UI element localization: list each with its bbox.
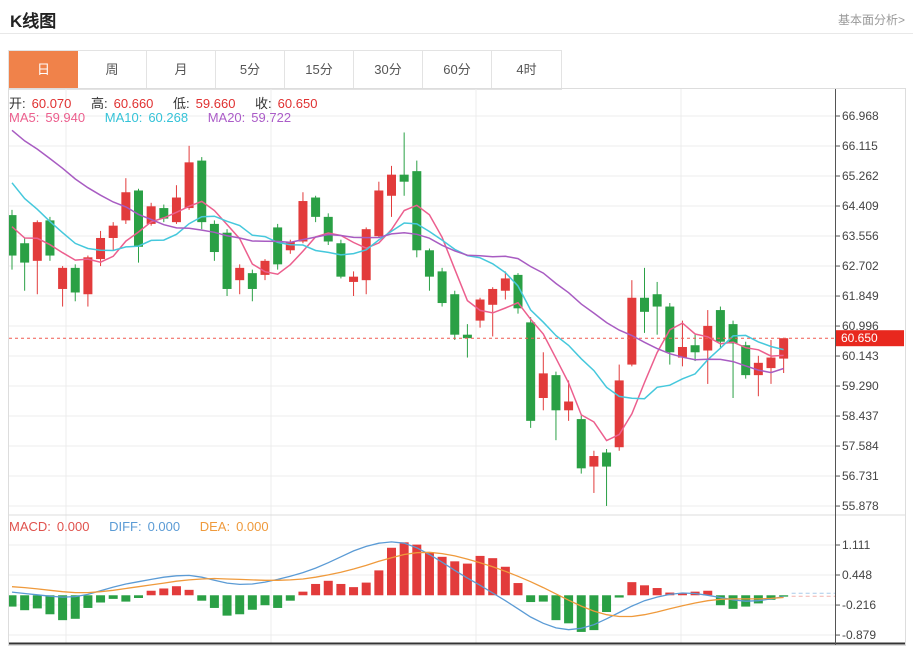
chart-canvas[interactable]: 66.968 66.115 65.262 64.409 63.556 62.702 61.8…	[9, 89, 905, 645]
svg-text:58.437: 58.437	[842, 409, 879, 423]
tab-15min[interactable]: 15分	[285, 51, 354, 89]
header-divider	[0, 33, 913, 34]
svg-text:55.878: 55.878	[842, 499, 879, 513]
ma5-label: MA5:	[9, 110, 39, 125]
svg-text:60.143: 60.143	[842, 349, 879, 363]
tab-4hour[interactable]: 4时	[492, 51, 561, 89]
svg-text:65.262: 65.262	[842, 169, 879, 183]
svg-text:0.448: 0.448	[842, 568, 872, 582]
dea-value: 0.000	[236, 519, 269, 534]
macd-value: 0.000	[57, 519, 90, 534]
close-value: 60.650	[278, 96, 318, 111]
open-value: 60.070	[32, 96, 72, 111]
ma10-value: 60.268	[148, 110, 188, 125]
svg-text:-0.879: -0.879	[842, 628, 876, 642]
svg-text:-0.216: -0.216	[842, 598, 876, 612]
close-label: 收:	[255, 96, 272, 111]
tab-60min[interactable]: 60分	[423, 51, 492, 89]
dea-label: DEA:	[200, 519, 230, 534]
svg-text:1.111: 1.111	[842, 538, 871, 552]
tab-5min[interactable]: 5分	[216, 51, 285, 89]
high-value: 60.660	[114, 96, 154, 111]
ma10-label: MA10:	[105, 110, 143, 125]
ma5-value: 59.940	[45, 110, 85, 125]
high-label: 高:	[91, 96, 108, 111]
svg-text:62.702: 62.702	[842, 259, 879, 273]
tab-month[interactable]: 月	[147, 51, 216, 89]
fundamental-analysis-link[interactable]: 基本面分析>	[838, 11, 905, 28]
svg-text:59.290: 59.290	[842, 379, 879, 393]
svg-text:57.584: 57.584	[842, 439, 879, 453]
svg-text:61.849: 61.849	[842, 289, 879, 303]
tab-week[interactable]: 周	[78, 51, 147, 89]
svg-text:66.968: 66.968	[842, 109, 879, 123]
ma20-value: 59.722	[251, 110, 291, 125]
ma20-label: MA20:	[208, 110, 246, 125]
timeframe-tabs: 日 周 月 5分 15分 30分 60分 4时	[8, 50, 562, 90]
tab-day[interactable]: 日	[9, 51, 78, 89]
svg-text:56.731: 56.731	[842, 469, 879, 483]
macd-label: MACD:	[9, 519, 51, 534]
diff-label: DIFF:	[109, 519, 142, 534]
open-label: 开:	[9, 96, 26, 111]
current-price-tag: 60.650	[841, 331, 878, 345]
low-value: 59.660	[196, 96, 236, 111]
macd-legend: MACD: 0.000 DIFF: 0.000 DEA: 0.000	[9, 519, 275, 534]
tab-30min[interactable]: 30分	[354, 51, 423, 89]
page-title: K线图	[10, 7, 56, 32]
diff-value: 0.000	[148, 519, 181, 534]
low-label: 低:	[173, 96, 190, 111]
svg-text:63.556: 63.556	[842, 229, 879, 243]
svg-text:64.409: 64.409	[842, 199, 879, 213]
svg-text:66.115: 66.115	[842, 139, 878, 153]
ma-legend: MA5: 59.940 MA10: 60.268 MA20: 59.722	[9, 110, 297, 125]
